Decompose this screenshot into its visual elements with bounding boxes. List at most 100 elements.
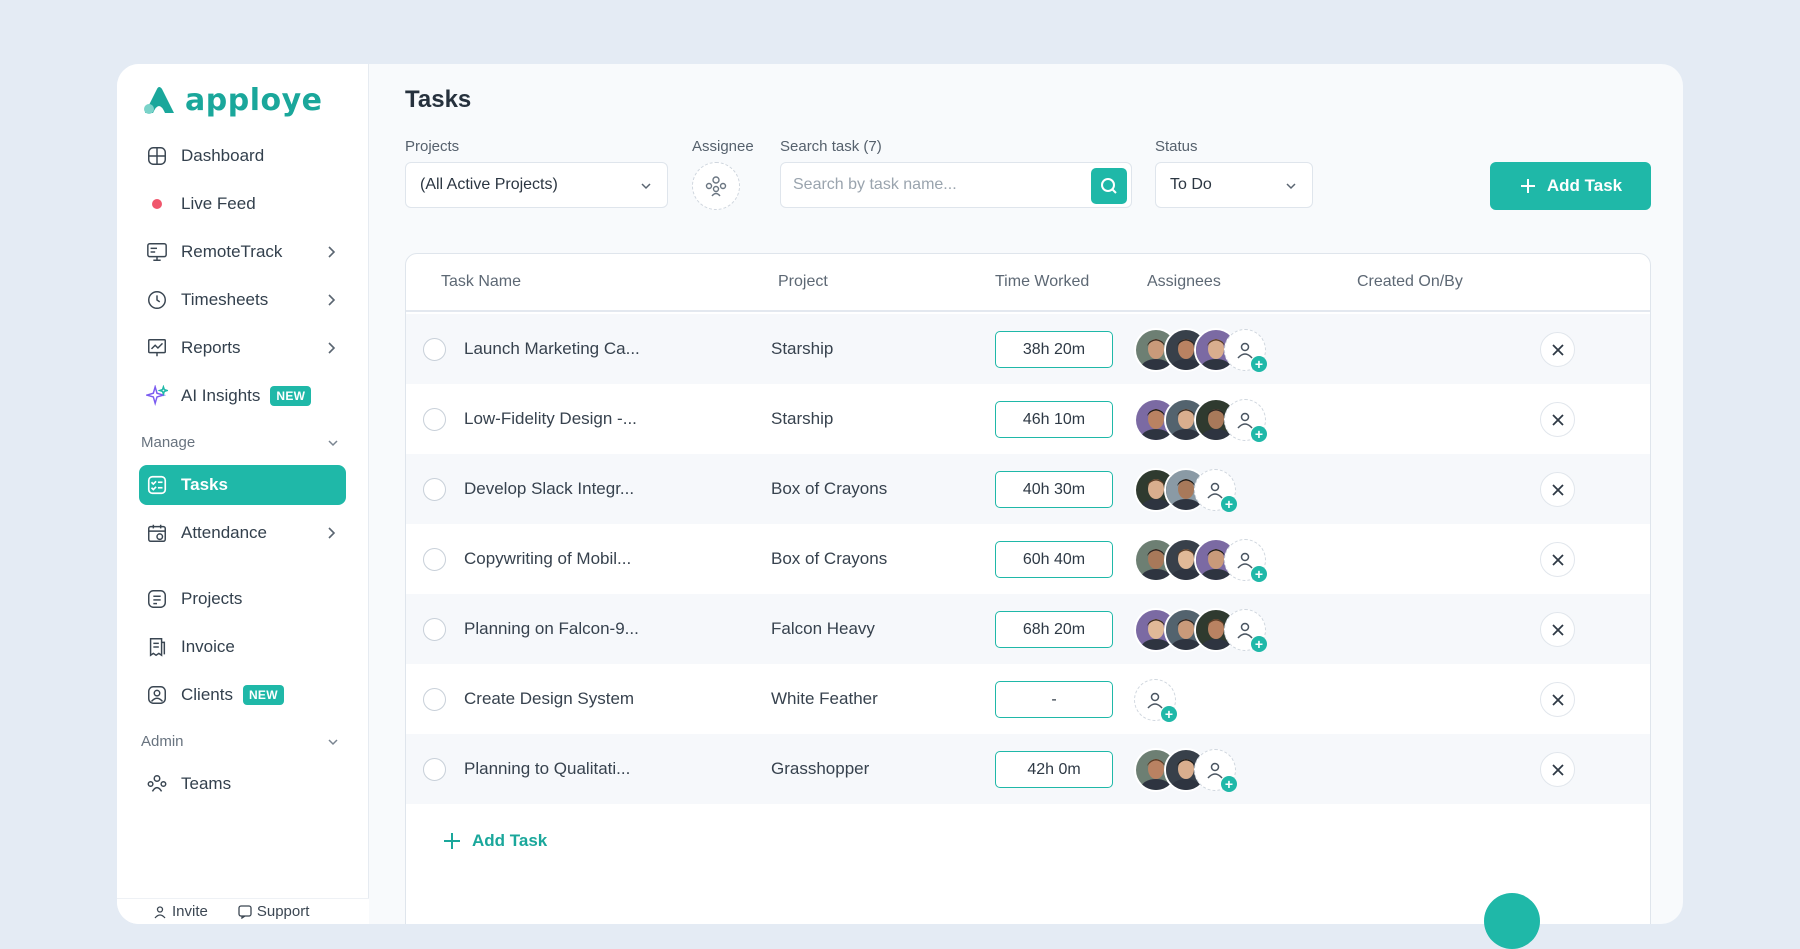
sidebar-item-clients[interactable]: Clients NEW	[139, 675, 346, 715]
user-icon	[1237, 412, 1253, 429]
sidebar-item-teams[interactable]: Teams	[139, 764, 346, 804]
table-row[interactable]: Develop Slack Integr... Box of Crayons 40h…	[406, 454, 1650, 524]
add-assignee-button[interactable]: +	[1224, 399, 1267, 442]
sidebar-item-label: Timesheets	[181, 290, 269, 309]
time-worked-badge[interactable]: 68h 20m	[995, 611, 1113, 648]
add-assignee-button[interactable]: +	[1224, 539, 1267, 582]
monitor-icon	[145, 240, 169, 264]
time-worked-badge[interactable]: 42h 0m	[995, 751, 1113, 788]
sidebar-item-label: AI Insights	[181, 386, 261, 405]
search-input[interactable]	[781, 163, 1071, 207]
table-row[interactable]: Low-Fidelity Design -... Starship 46h 10m +	[406, 384, 1650, 454]
support-label: Support	[256, 903, 310, 920]
search-button[interactable]	[1091, 168, 1127, 204]
projects-select[interactable]: (All Active Projects)	[405, 162, 668, 208]
apploye-logo-icon	[144, 87, 174, 114]
user-icon	[154, 905, 166, 918]
table-row[interactable]: Planning to Qualitati... Grasshopper 42h 0…	[406, 734, 1650, 804]
table-row[interactable]: Launch Marketing Ca... Starship 38h 20m +	[406, 314, 1650, 384]
add-assignee-button[interactable]: +	[1194, 749, 1237, 792]
delete-task-button[interactable]	[1540, 332, 1575, 367]
section-admin[interactable]: Admin	[141, 733, 340, 750]
sidebar-item-tasks[interactable]: Tasks	[139, 465, 346, 505]
delete-task-button[interactable]	[1540, 682, 1575, 717]
column-header-time-worked[interactable]: Time Worked	[995, 273, 1089, 291]
task-name[interactable]: Copywriting of Mobil...	[464, 549, 631, 569]
table-row[interactable]: Copywriting of Mobil... Box of Crayons 60h…	[406, 524, 1650, 594]
table-row[interactable]: Create Design System White Feather - +	[406, 664, 1650, 734]
task-name[interactable]: Low-Fidelity Design -...	[464, 409, 637, 429]
task-name[interactable]: Develop Slack Integr...	[464, 479, 634, 499]
task-complete-checkbox[interactable]	[423, 408, 446, 431]
sidebar-item-label: Attendance	[181, 523, 268, 542]
sidebar-item-ai-insights[interactable]: AI Insights NEW	[139, 376, 346, 416]
sidebar-item-label: Reports	[181, 338, 241, 357]
task-project: Grasshopper	[771, 759, 870, 778]
task-complete-checkbox[interactable]	[423, 758, 446, 781]
delete-task-button[interactable]	[1540, 402, 1575, 437]
close-icon	[1551, 553, 1564, 566]
projects-label: Projects	[405, 138, 460, 155]
column-header-task-name[interactable]: Task Name	[441, 273, 521, 291]
column-header-assignees[interactable]: Assignees	[1147, 273, 1221, 291]
time-worked-badge[interactable]: 38h 20m	[995, 331, 1113, 368]
column-header-created[interactable]: Created On/By	[1357, 273, 1463, 291]
invoice-icon	[145, 635, 169, 659]
chevron-right-icon	[328, 527, 336, 539]
sidebar-item-attendance[interactable]: Attendance	[139, 513, 346, 553]
task-complete-checkbox[interactable]	[423, 548, 446, 571]
status-select[interactable]: To Do	[1155, 162, 1313, 208]
delete-task-button[interactable]	[1540, 472, 1575, 507]
task-complete-checkbox[interactable]	[423, 618, 446, 641]
add-assignee-button[interactable]: +	[1224, 329, 1267, 372]
tasks-table: Task Name Project Time Worked Assignees …	[405, 253, 1651, 924]
sidebar-item-invoice[interactable]: Invoice	[139, 627, 346, 667]
add-assignee-button[interactable]: +	[1134, 679, 1177, 722]
task-name[interactable]: Planning on Falcon-9...	[464, 619, 639, 639]
help-icon	[238, 904, 252, 919]
task-name[interactable]: Create Design System	[464, 689, 634, 709]
add-assignee-button[interactable]: +	[1194, 469, 1237, 512]
new-badge: NEW	[242, 685, 284, 705]
main-content: Tasks Projects (All Active Projects) Ass…	[369, 64, 1683, 924]
delete-task-button[interactable]	[1540, 542, 1575, 577]
add-task-button[interactable]: Add Task	[1490, 162, 1651, 210]
task-name[interactable]: Planning to Qualitati...	[464, 759, 630, 779]
chevron-right-icon	[328, 246, 336, 258]
section-manage[interactable]: Manage	[141, 434, 340, 451]
calendar-icon	[145, 521, 169, 545]
close-icon	[1551, 693, 1564, 706]
time-worked-badge[interactable]: -	[995, 681, 1113, 718]
sidebar-item-timesheets[interactable]: Timesheets	[139, 280, 346, 320]
add-assignee-button[interactable]: +	[1224, 609, 1267, 652]
sidebar-item-projects[interactable]: Projects	[139, 579, 346, 619]
assignee-filter-button[interactable]	[692, 162, 740, 210]
task-project: White Feather	[771, 689, 878, 708]
task-project: Box of Crayons	[771, 479, 888, 498]
task-complete-checkbox[interactable]	[423, 688, 446, 711]
table-row[interactable]: Planning on Falcon-9... Falcon Heavy 68h 2…	[406, 594, 1650, 664]
brand-logo[interactable]: apploye	[117, 82, 368, 118]
invite-link[interactable]: Invite	[153, 903, 208, 920]
user-icon	[1237, 342, 1253, 359]
task-complete-checkbox[interactable]	[423, 478, 446, 501]
sidebar-item-live-feed[interactable]: Live Feed	[139, 184, 346, 224]
time-worked-badge[interactable]: 46h 10m	[995, 401, 1113, 438]
column-header-project[interactable]: Project	[778, 273, 828, 291]
chat-fab-button[interactable]	[1484, 893, 1540, 949]
time-worked-badge[interactable]: 60h 40m	[995, 541, 1113, 578]
support-link[interactable]: Support	[238, 903, 310, 920]
chart-icon	[145, 336, 169, 360]
task-complete-checkbox[interactable]	[423, 338, 446, 361]
sidebar-item-dashboard[interactable]: Dashboard	[139, 136, 346, 176]
delete-task-button[interactable]	[1540, 752, 1575, 787]
delete-task-button[interactable]	[1540, 612, 1575, 647]
task-name[interactable]: Launch Marketing Ca...	[464, 339, 640, 359]
sidebar-item-remotetrack[interactable]: RemoteTrack	[139, 232, 346, 272]
user-icon	[1237, 622, 1253, 639]
add-task-row-label: Add Task	[472, 831, 548, 850]
add-task-row-button[interactable]: Add Task	[442, 831, 547, 851]
sidebar-item-reports[interactable]: Reports	[139, 328, 346, 368]
time-worked-badge[interactable]: 40h 30m	[995, 471, 1113, 508]
sidebar-item-label: Clients	[181, 685, 233, 704]
